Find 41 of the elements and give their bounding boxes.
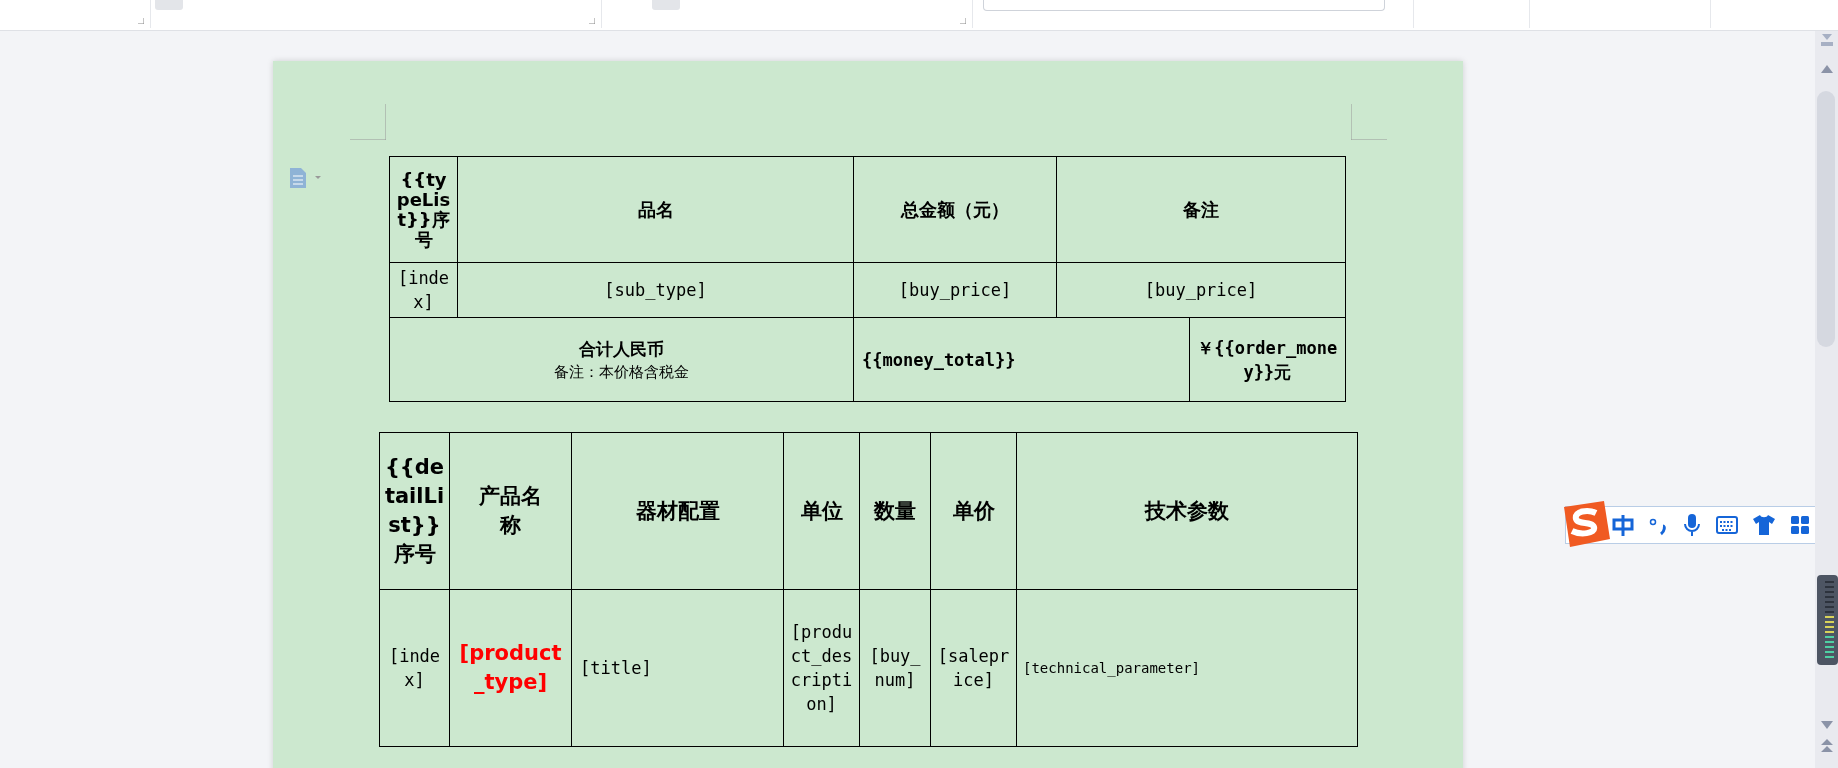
scrollbar[interactable] [1815,31,1838,768]
chinese-mode-icon[interactable] [1612,514,1634,536]
table-cell: 单位 [783,432,860,590]
table-cell: [title] [571,589,784,747]
shirt-icon[interactable] [1752,514,1776,536]
table-cell: [buy_num] [859,589,931,747]
total-label: 合计人民币 [578,337,665,361]
launcher-icon[interactable] [138,18,144,24]
table-cell: ￥{{order_money}}元 [1189,318,1345,401]
table-cell: [product_type] [449,589,572,747]
collapse-icon[interactable] [1820,33,1834,47]
table-cell: [saleprice] [930,589,1017,747]
margin-mark [350,104,386,140]
table-cell: 器材配置 [571,432,784,590]
table-cell: 技术参数 [1016,432,1358,590]
grid-icon[interactable] [1790,515,1810,535]
table-cell: [technical_parameter] [1016,589,1358,747]
table-cell: 单价 [930,432,1017,590]
table-cell: 备注 [1056,156,1346,263]
launcher-icon[interactable] [589,18,595,24]
scroll-down-icon[interactable] [1821,721,1833,729]
tax-note: 备注：本价格含税金 [553,361,690,383]
previous-page-icon[interactable] [1820,739,1834,753]
table-cell: [buy_price] [853,262,1057,318]
scroll-up-icon[interactable] [1821,65,1833,73]
table-cell: [buy_price] [1056,262,1346,318]
table-cell: [product_description] [783,589,860,747]
keyboard-icon[interactable] [1716,516,1738,534]
table-cell: [index] [379,589,450,747]
table-cell: [index] [389,262,458,318]
table-cell: {{detailList}}序号 [379,432,450,590]
table-cell: [sub_type] [457,262,854,318]
table-cell: 品名 [457,156,854,263]
table-cell: {{money_total}} [854,318,1189,401]
launcher-icon[interactable] [960,18,966,24]
margin-mark [1351,104,1387,140]
microphone-icon[interactable] [1682,513,1702,537]
table-cell: 总金额（元） [853,156,1057,263]
table-cell: 产品名称 [449,432,572,590]
table-cell: {{typeList}}序号 [389,156,458,263]
table-cell: 数量 [859,432,931,590]
